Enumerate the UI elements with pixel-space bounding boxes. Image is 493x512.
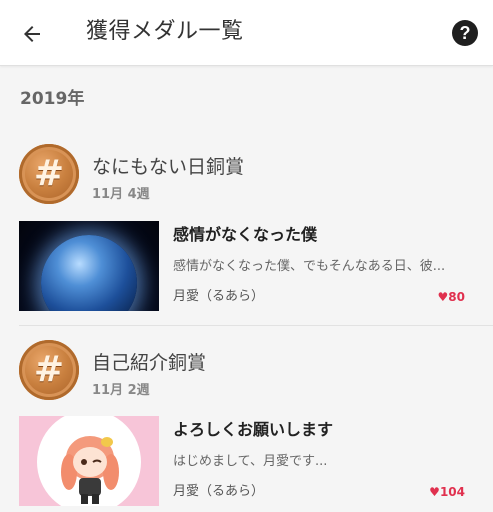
heart-icon: ♥ <box>437 290 449 304</box>
medal-week: 11月 2週 <box>92 383 150 398</box>
post-author[interactable]: 月愛（るあら） <box>173 287 264 307</box>
like-count: ♥104 <box>429 485 465 499</box>
post-excerpt: 感情がなくなった僕、でもそんなある日、彼... <box>173 259 446 274</box>
post-author[interactable]: 月愛（るあら） <box>173 482 264 502</box>
like-count: ♥80 <box>437 290 465 304</box>
medal-week: 11月 4週 <box>92 187 150 202</box>
medal-name: 自己紹介銅賞 <box>92 352 207 374</box>
question-circle-icon: ? <box>459 22 471 43</box>
post-excerpt: はじめまして、月愛です... <box>173 454 328 469</box>
bronze-medal-icon: # <box>19 144 79 204</box>
back-button[interactable] <box>14 16 50 52</box>
page-title: 獲得メダル一覧 <box>86 19 244 44</box>
medal-name: なにもない日銅賞 <box>92 156 245 178</box>
post-card[interactable]: よろしくお願いします はじめまして、月愛です... 月愛（るあら） ♥104 <box>0 416 493 508</box>
arrow-left-icon <box>24 26 40 42</box>
bronze-medal-icon: # <box>19 340 79 400</box>
character-illustration <box>61 436 119 504</box>
post-card[interactable]: 感情がなくなった僕 感情がなくなった僕、でもそんなある日、彼... 月愛（るあら… <box>0 221 493 313</box>
post-title[interactable]: よろしくお願いします <box>173 418 333 442</box>
post-title[interactable]: 感情がなくなった僕 <box>173 223 317 247</box>
help-button[interactable]: ? <box>452 20 478 46</box>
year-heading: 2019年 <box>20 89 85 109</box>
heart-icon: ♥ <box>429 485 440 499</box>
post-thumbnail[interactable] <box>19 221 159 311</box>
earth-image <box>41 235 137 311</box>
post-thumbnail[interactable] <box>19 416 159 506</box>
divider <box>19 325 493 326</box>
app-bar: 獲得メダル一覧 ? <box>0 0 493 66</box>
